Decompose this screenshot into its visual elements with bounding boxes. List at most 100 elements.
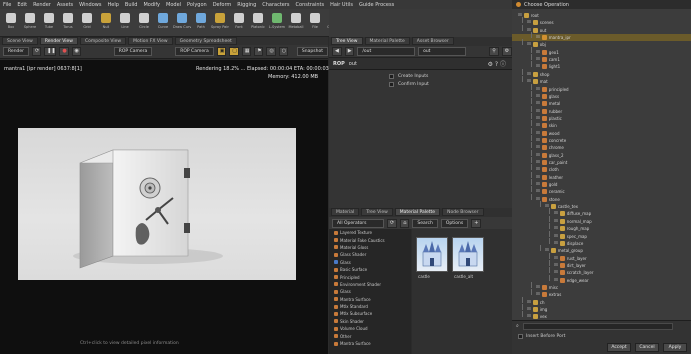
material-list-item[interactable]: Mantra Surface [329, 296, 411, 303]
tab[interactable]: Composite View [79, 37, 127, 45]
shelf-tool[interactable]: Draw Curve [173, 11, 191, 35]
confirm-input-checkbox[interactable] [389, 81, 394, 87]
tab[interactable]: Motion FX View [128, 37, 173, 45]
shelf-tool[interactable]: Platonic [249, 11, 267, 35]
expand-toggle-icon[interactable]: ⊟ [536, 189, 540, 194]
material-list-item[interactable]: Glass Shader [329, 251, 411, 258]
settings-icon[interactable]: ⚙ [501, 47, 513, 56]
pin-icon[interactable]: ⚲ [489, 47, 499, 56]
shelf-tool[interactable]: Sphere [21, 11, 39, 35]
expand-toggle-icon[interactable]: ⊟ [536, 145, 540, 150]
lock-icon[interactable]: ▣ [216, 47, 227, 56]
network-path[interactable]: /out [357, 47, 416, 56]
material-list-item[interactable]: Mantra Surface [329, 340, 411, 347]
expand-toggle-icon[interactable]: ⊟ [527, 72, 531, 77]
tree-node[interactable]: ⊟ gold [536, 181, 557, 188]
material-list-item[interactable]: Glass [329, 288, 411, 295]
menu-item[interactable]: Help [107, 2, 118, 8]
tree-node[interactable]: ⊟ rubber [536, 108, 562, 115]
add-icon[interactable]: + [471, 218, 482, 228]
menu-item[interactable]: Model [166, 2, 181, 8]
tab[interactable]: Material Palette [364, 37, 410, 45]
insert-before-port-row[interactable]: Insert Before Port [512, 331, 691, 341]
render-menu[interactable]: Render [3, 47, 30, 56]
tree-node[interactable]: ⊟ concrete [536, 137, 566, 144]
expand-toggle-icon[interactable]: ⊟ [554, 241, 558, 246]
expand-toggle-icon[interactable]: ⊟ [536, 94, 540, 99]
shelf-tool[interactable]: Torus [59, 11, 77, 35]
menu-item[interactable]: Assets [57, 2, 73, 8]
tree-node[interactable]: ⊟ extras [536, 291, 561, 298]
tree-node[interactable]: ⊟ car_paint [536, 159, 567, 166]
tree-node[interactable]: ⊟ glass_2 [536, 152, 564, 159]
expand-toggle-icon[interactable]: ⊟ [536, 50, 540, 55]
tree-node[interactable]: ⊟ spec_map [554, 233, 587, 240]
menu-item[interactable]: File [3, 2, 11, 8]
menu-item[interactable]: Guide Process [359, 2, 394, 8]
tree-node[interactable]: ⊟ normal_map [554, 218, 592, 225]
create-inputs-checkbox[interactable] [389, 73, 394, 79]
tree-node[interactable]: ⊟ ch [527, 299, 545, 306]
menu-item[interactable]: Characters [262, 2, 289, 8]
tree-node[interactable]: ⊟ glass [536, 93, 559, 100]
snapshot-button[interactable]: Snapshot [296, 47, 328, 56]
eye-icon[interactable]: ◎ [266, 47, 276, 56]
expand-toggle-icon[interactable]: ⊟ [536, 131, 540, 136]
camera-select[interactable]: ROP Camera [113, 47, 153, 56]
expand-toggle-icon[interactable]: ⊟ [536, 57, 540, 62]
tree-node[interactable]: ⊟ misc [536, 284, 558, 291]
shelf-tool[interactable]: Path [192, 11, 210, 35]
operator-filter[interactable]: All Operators [332, 218, 384, 228]
material-list-item[interactable]: Mtlx Subsurface [329, 310, 411, 317]
material-list-item[interactable]: Glass [329, 259, 411, 266]
home-icon[interactable]: ⌂ [400, 218, 410, 228]
camera-icon[interactable]: ◉ [71, 47, 81, 56]
expand-toggle-icon[interactable]: ⊟ [554, 226, 558, 231]
search-button[interactable]: Search [412, 218, 438, 228]
shelf-tool[interactable]: Grid [78, 11, 96, 35]
expand-toggle-icon[interactable]: ⊟ [527, 314, 531, 319]
material-list-item[interactable]: Environment Shader [329, 281, 411, 288]
pause-icon[interactable]: ❚❚ [44, 47, 57, 56]
menu-item[interactable]: Deform [213, 2, 232, 8]
tree-node[interactable]: ⊟ displace [554, 240, 583, 247]
expand-toggle-icon[interactable]: ⊟ [536, 160, 540, 165]
expand-toggle-icon[interactable]: ⊟ [536, 167, 540, 172]
shelf-tool[interactable]: L-System [268, 11, 286, 35]
tree-node[interactable]: ⊟ mantra_ipr [536, 34, 571, 41]
shelf-tool[interactable]: Line [116, 11, 134, 35]
shelf-tool[interactable]: File [306, 11, 324, 35]
back-icon[interactable]: ◀ [332, 47, 342, 56]
accept-button[interactable]: Accept [607, 343, 631, 352]
circle-icon[interactable]: ○ [278, 47, 288, 56]
tree-node[interactable]: ⊟ geo1 [536, 49, 559, 56]
expand-toggle-icon[interactable]: ⊟ [527, 307, 531, 312]
menu-item[interactable]: Hair Utils [330, 2, 353, 8]
expand-toggle-icon[interactable]: ⊟ [554, 234, 558, 239]
menu-item[interactable]: Windows [79, 2, 101, 8]
shelf-tool[interactable]: Font [230, 11, 248, 35]
tab[interactable]: Asset Browser [411, 37, 454, 45]
menu-item[interactable]: Render [33, 2, 51, 8]
expand-toggle-icon[interactable]: ⊟ [527, 300, 531, 305]
tree-node[interactable]: ⊟ rough_map [554, 225, 589, 232]
material-list-item[interactable]: Material Fake Caustics [329, 236, 411, 243]
tree-node[interactable]: ⊟ rust_layer [554, 255, 587, 262]
expand-toggle-icon[interactable]: ⊟ [554, 270, 558, 275]
tab[interactable]: Material [331, 208, 360, 216]
cancel-button[interactable]: Cancel [635, 343, 659, 352]
tree-node[interactable]: ⊟ skin [536, 122, 557, 129]
material-list-item[interactable]: Skin Shader [329, 318, 411, 325]
expand-toggle-icon[interactable]: ⊟ [554, 219, 558, 224]
shelf-tool[interactable]: Curve [154, 11, 172, 35]
tab[interactable]: Render View [39, 37, 78, 45]
tree-node[interactable]: ⊟ wood [536, 130, 560, 137]
flag-icon[interactable]: ⚑ [254, 47, 264, 56]
expand-toggle-icon[interactable]: ⊟ [536, 87, 540, 92]
tab[interactable]: Scene View [2, 37, 38, 45]
gear-icon[interactable]: ⚙ ? ⓘ [488, 59, 506, 68]
tab[interactable]: Node Browser [442, 208, 484, 216]
menu-item[interactable]: Build [125, 2, 138, 8]
camera-select-2[interactable]: ROP Camera [175, 47, 214, 56]
tree-node[interactable]: ⊟ plastic [536, 115, 562, 122]
